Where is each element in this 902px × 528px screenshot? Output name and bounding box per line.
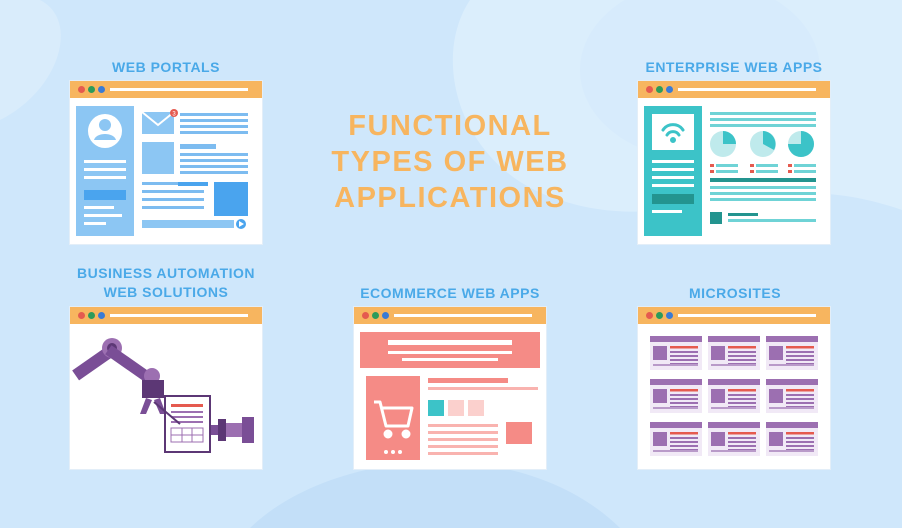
window-titlebar: [70, 307, 262, 324]
microsite-tile: [650, 422, 702, 456]
title-line-3: APPLICATIONS: [334, 182, 566, 214]
ecommerce-window: [354, 307, 546, 469]
window-titlebar: [70, 81, 262, 98]
address-bar: [394, 314, 532, 317]
microsite-tile: [650, 379, 702, 413]
label-web-portals: WEB PORTALS: [112, 59, 220, 75]
microsite-tile: [766, 422, 818, 456]
microsite-tile: [708, 336, 760, 370]
microsite-tile: [708, 379, 760, 413]
microsite-tile: [766, 336, 818, 370]
title-line-1: FUNCTIONAL: [348, 110, 552, 142]
page-title: FUNCTIONAL TYPES OF WEB APPLICATIONS: [300, 108, 600, 216]
address-bar: [678, 314, 816, 317]
maximize-dot-icon: [98, 86, 105, 93]
microsite-tile: [650, 336, 702, 370]
label-business-automation: BUSINESS AUTOMATION WEB SOLUTIONS: [55, 264, 277, 302]
maximize-dot-icon: [98, 312, 105, 319]
minimize-dot-icon: [372, 312, 379, 319]
close-dot-icon: [362, 312, 369, 319]
close-dot-icon: [646, 312, 653, 319]
close-dot-icon: [646, 86, 653, 93]
business-automation-window: [70, 307, 262, 469]
window-titlebar: [354, 307, 546, 324]
maximize-dot-icon: [666, 312, 673, 319]
address-bar: [110, 88, 248, 91]
maximize-dot-icon: [666, 86, 673, 93]
microsites-window: [638, 307, 830, 469]
pie-chart-icon: [710, 131, 814, 157]
minimize-dot-icon: [88, 86, 95, 93]
label-enterprise-web-apps: ENTERPRISE WEB APPS: [645, 59, 823, 75]
enterprise-illustration: [644, 106, 816, 236]
maximize-dot-icon: [382, 312, 389, 319]
window-titlebar: [638, 307, 830, 324]
robot-arm-icon: [72, 338, 254, 443]
close-dot-icon: [78, 312, 85, 319]
ecommerce-illustration: [360, 332, 540, 460]
label-microsites: MICROSITES: [688, 285, 782, 301]
close-dot-icon: [78, 86, 85, 93]
title-line-2: TYPES OF WEB: [331, 146, 569, 178]
minimize-dot-icon: [88, 312, 95, 319]
address-bar: [110, 314, 248, 317]
window-titlebar: [638, 81, 830, 98]
label-business-automation-line-1: BUSINESS AUTOMATION: [76, 265, 256, 281]
user-avatar-icon: [88, 114, 122, 148]
label-ecommerce-web-apps: ECOMMERCE WEB APPS: [360, 285, 540, 301]
enterprise-window: [638, 81, 830, 244]
web-portals-window: 3: [70, 81, 262, 244]
microsite-tile: [766, 379, 818, 413]
microsite-tile: [708, 422, 760, 456]
play-arrow-icon: [236, 219, 246, 229]
web-portal-illustration: 3: [76, 106, 248, 236]
robot-arm-illustration: [72, 338, 254, 453]
label-business-automation-line-2: WEB SOLUTIONS: [103, 284, 229, 300]
minimize-dot-icon: [656, 86, 663, 93]
address-bar: [678, 88, 816, 91]
minimize-dot-icon: [656, 312, 663, 319]
microsites-grid: [650, 336, 818, 456]
